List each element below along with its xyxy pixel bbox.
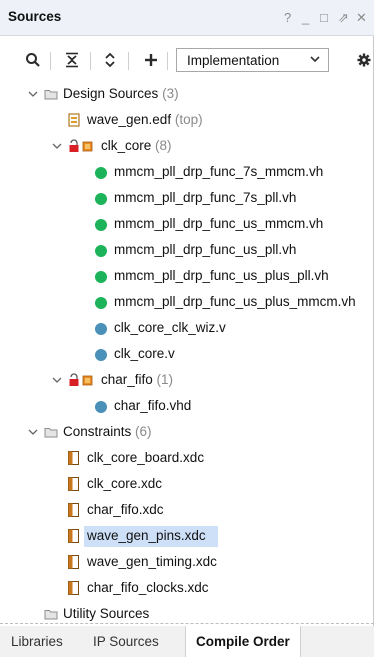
file-name: clk_core.v bbox=[114, 346, 175, 361]
vhdl-file-icon bbox=[95, 401, 107, 413]
verilog-header-icon bbox=[95, 219, 107, 231]
chevron-down-icon[interactable] bbox=[51, 374, 63, 386]
expand-all-icon[interactable] bbox=[100, 50, 120, 70]
xdc-file-icon bbox=[68, 529, 79, 546]
tree-file-item[interactable]: char_fifo_clocks.xdc bbox=[0, 578, 374, 599]
locked-ip-icon bbox=[68, 373, 94, 390]
verilog-file-icon bbox=[95, 323, 107, 335]
bottom-tab-bar: Libraries IP Sources Compile Order bbox=[0, 626, 374, 657]
restore-icon[interactable]: □ bbox=[320, 10, 328, 26]
verilog-file-icon bbox=[95, 349, 107, 361]
verilog-header-icon bbox=[95, 297, 107, 309]
collapse-all-icon[interactable] bbox=[62, 50, 82, 70]
minimize-icon[interactable]: _ bbox=[302, 10, 309, 26]
gear-icon[interactable] bbox=[354, 50, 374, 70]
netlist-icon bbox=[68, 113, 81, 130]
file-name: mmcm_pll_drp_func_7s_mmcm.vh bbox=[114, 164, 324, 179]
tree-node-design-sources[interactable]: Design Sources (3) bbox=[0, 84, 374, 105]
panel-title: Sources bbox=[8, 9, 62, 24]
verilog-header-icon bbox=[95, 271, 107, 283]
close-icon[interactable]: ✕ bbox=[356, 10, 367, 26]
toolbar-separator bbox=[90, 52, 91, 70]
tree-node-wave-gen-edf[interactable]: wave_gen.edf (top) bbox=[0, 110, 374, 131]
search-icon[interactable] bbox=[23, 50, 43, 70]
chevron-down-icon[interactable] bbox=[27, 426, 39, 438]
file-name: mmcm_pll_drp_func_7s_pll.vh bbox=[114, 190, 297, 205]
file-name: char_fifo_clocks.xdc bbox=[87, 580, 209, 595]
tree-node-label: wave_gen.edf bbox=[87, 112, 172, 127]
tree-node-count: (8) bbox=[155, 138, 172, 153]
top-badge: (top) bbox=[174, 112, 203, 127]
xdc-file-icon bbox=[68, 451, 79, 468]
toolbar-separator bbox=[167, 52, 168, 70]
tree-node-label: char_fifo bbox=[101, 372, 153, 387]
tree-file-item[interactable]: char_fifo.xdc bbox=[0, 500, 374, 521]
verilog-header-icon bbox=[95, 245, 107, 257]
file-name: mmcm_pll_drp_func_us_plus_mmcm.vh bbox=[114, 294, 356, 309]
help-icon[interactable]: ? bbox=[284, 10, 291, 26]
tree-file-item-selected[interactable]: wave_gen_pins.xdc bbox=[0, 526, 374, 547]
file-name: char_fifo.vhd bbox=[114, 398, 192, 413]
tree-node-count: (3) bbox=[162, 86, 179, 101]
view-select-value: Implementation bbox=[187, 53, 280, 68]
folder-icon bbox=[44, 87, 58, 104]
chevron-down-icon[interactable] bbox=[51, 140, 63, 152]
file-name: mmcm_pll_drp_func_us_mmcm.vh bbox=[114, 216, 324, 231]
tree-node-constraints[interactable]: Constraints (6) bbox=[0, 422, 374, 443]
xdc-file-icon bbox=[68, 503, 79, 520]
tree-file-item[interactable]: char_fifo.vhd bbox=[0, 396, 374, 417]
tree-node-label: Design Sources bbox=[63, 86, 159, 101]
plus-icon[interactable] bbox=[141, 50, 161, 70]
float-icon[interactable]: ⇗ bbox=[338, 10, 349, 26]
tree-node-count: (1) bbox=[156, 372, 174, 387]
tab-ip-sources[interactable]: IP Sources bbox=[93, 626, 159, 657]
file-name: mmcm_pll_drp_func_us_pll.vh bbox=[114, 242, 297, 257]
tree-file-item[interactable]: clk_core.v bbox=[0, 344, 374, 365]
tree-file-item[interactable]: wave_gen_timing.xdc bbox=[0, 552, 374, 573]
tree-node-label: Utility Sources bbox=[63, 606, 150, 621]
tree-file-item[interactable]: clk_core_clk_wiz.v bbox=[0, 318, 374, 339]
file-name: wave_gen_timing.xdc bbox=[87, 554, 217, 569]
tree-node-utility-sources[interactable]: Utility Sources bbox=[0, 604, 374, 625]
sources-panel: Sources ? _ □ ⇗ ✕ Implementation Design … bbox=[0, 0, 374, 657]
tab-libraries[interactable]: Libraries bbox=[11, 626, 63, 657]
tabs-divider bbox=[0, 623, 374, 624]
tree-node-clk-core[interactable]: clk_core (8) bbox=[0, 136, 374, 157]
verilog-header-icon bbox=[95, 193, 107, 205]
tree-node-char-fifo[interactable]: char_fifo (1) bbox=[0, 370, 374, 391]
folder-icon bbox=[44, 425, 58, 442]
tree-file-item[interactable]: mmcm_pll_drp_func_us_mmcm.vh bbox=[0, 214, 374, 235]
toolbar-separator bbox=[50, 52, 51, 70]
panel-titlebar: Sources ? _ □ ⇗ ✕ bbox=[0, 0, 374, 36]
xdc-file-icon bbox=[68, 477, 79, 494]
tab-compile-order[interactable]: Compile Order bbox=[185, 626, 301, 657]
folder-icon bbox=[44, 607, 58, 624]
file-name: char_fifo.xdc bbox=[87, 502, 164, 517]
chevron-down-icon[interactable] bbox=[27, 88, 39, 100]
toolbar-separator bbox=[128, 52, 129, 70]
tree-file-item[interactable]: mmcm_pll_drp_func_us_pll.vh bbox=[0, 240, 374, 261]
file-name: clk_core_clk_wiz.v bbox=[114, 320, 226, 335]
tree-file-item[interactable]: clk_core_board.xdc bbox=[0, 448, 374, 469]
tree-node-label: Constraints bbox=[63, 424, 132, 439]
locked-ip-icon bbox=[68, 139, 94, 156]
file-name: mmcm_pll_drp_func_us_plus_pll.vh bbox=[114, 268, 329, 283]
xdc-file-icon bbox=[68, 555, 79, 572]
view-select[interactable]: Implementation bbox=[176, 48, 329, 72]
tree-file-item[interactable]: mmcm_pll_drp_func_7s_mmcm.vh bbox=[0, 162, 374, 183]
xdc-file-icon bbox=[68, 581, 79, 598]
file-name: clk_core_board.xdc bbox=[87, 450, 205, 465]
tree-node-label: clk_core bbox=[101, 138, 152, 153]
tree-file-item[interactable]: mmcm_pll_drp_func_us_plus_pll.vh bbox=[0, 266, 374, 287]
file-name: wave_gen_pins.xdc bbox=[87, 528, 206, 543]
sources-toolbar: Implementation bbox=[0, 44, 374, 78]
file-name: clk_core.xdc bbox=[87, 476, 163, 491]
tree-file-item[interactable]: mmcm_pll_drp_func_7s_pll.vh bbox=[0, 188, 374, 209]
tree-file-item[interactable]: clk_core.xdc bbox=[0, 474, 374, 495]
tree-file-item[interactable]: mmcm_pll_drp_func_us_plus_mmcm.vh bbox=[0, 292, 374, 313]
chevron-down-icon bbox=[308, 52, 322, 69]
verilog-header-icon bbox=[95, 167, 107, 179]
tree-node-count: (6) bbox=[135, 424, 152, 439]
